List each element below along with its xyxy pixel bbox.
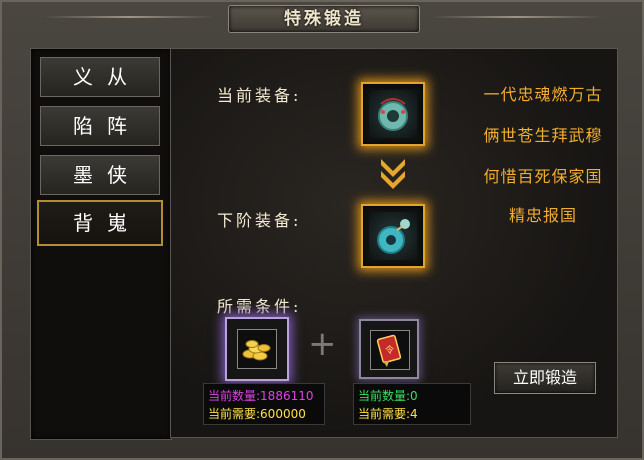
poem-line-2: 俩世苍生拜武穆 <box>483 126 603 145</box>
poem-line-3: 何惜百死保家国 <box>483 167 603 186</box>
token-current-row: 当前数量:0 <box>358 387 466 405</box>
chevron-down-icon <box>381 159 405 189</box>
tab-label: 陷阵 <box>73 114 141 138</box>
gold-current-row: 当前数量:1886110 <box>208 387 320 405</box>
gold-requirement-info: 当前数量:1886110 当前需要:600000 <box>203 383 325 425</box>
tab-beiwei[interactable]: 背嵬 <box>37 200 163 246</box>
tab-label: 墨侠 <box>73 163 141 187</box>
requirements-label: 所需条件: <box>217 297 302 316</box>
title-ornament-right <box>432 16 602 18</box>
gold-need-row: 当前需要:600000 <box>208 405 320 423</box>
next-equipment-slot[interactable] <box>361 204 425 268</box>
current-equipment-label: 当前装备: <box>217 86 302 105</box>
jade-pendant-upgraded-icon <box>369 212 417 260</box>
poem-line-4: 精忠报国 <box>508 206 577 225</box>
category-tab-panel: 义从 陷阵 墨侠 背嵬 <box>30 48 172 440</box>
forge-now-button[interactable]: 立即锻造 <box>494 362 596 394</box>
token-need-row: 当前需要:4 <box>358 405 466 423</box>
current-equipment-slot[interactable] <box>361 82 425 146</box>
tab-xianzhen[interactable]: 陷阵 <box>40 106 160 146</box>
window-title: 特殊锻造 <box>284 9 364 29</box>
poem-line-1: 一代忠魂燃万古 <box>483 85 603 104</box>
title-ornament-left <box>44 16 214 18</box>
jade-pendant-icon <box>369 90 417 138</box>
plus-icon: + <box>308 324 337 364</box>
tab-label: 义从 <box>73 65 141 89</box>
token-need-label: 当前需要: <box>358 407 411 421</box>
gold-need-label: 当前需要: <box>208 407 261 421</box>
gold-current-value: 1886110 <box>260 389 314 403</box>
gold-coins-icon <box>237 329 277 369</box>
forge-window: 特殊锻造 义从 陷阵 墨侠 背嵬 当前装备: 下阶装备: 一代忠魂燃万古 俩世苍… <box>0 0 644 460</box>
token-need-value: 4 <box>410 407 418 421</box>
gold-cost-slot[interactable] <box>225 317 289 381</box>
token-current-label: 当前数量: <box>358 389 411 403</box>
tab-label: 背嵬 <box>73 211 141 235</box>
gold-need-value: 600000 <box>260 407 306 421</box>
window-title-bar: 特殊锻造 <box>228 5 420 33</box>
next-equipment-label: 下阶装备: <box>217 211 302 230</box>
tab-moxia[interactable]: 墨侠 <box>40 155 160 195</box>
token-cost-slot[interactable]: 令 <box>359 319 419 379</box>
svg-text:令: 令 <box>385 344 394 356</box>
token-requirement-info: 当前数量:0 当前需要:4 <box>353 383 471 425</box>
tab-yicong[interactable]: 义从 <box>40 57 160 97</box>
gold-current-label: 当前数量: <box>208 389 261 403</box>
red-token-icon: 令 <box>370 330 410 370</box>
token-current-value: 0 <box>410 389 418 403</box>
